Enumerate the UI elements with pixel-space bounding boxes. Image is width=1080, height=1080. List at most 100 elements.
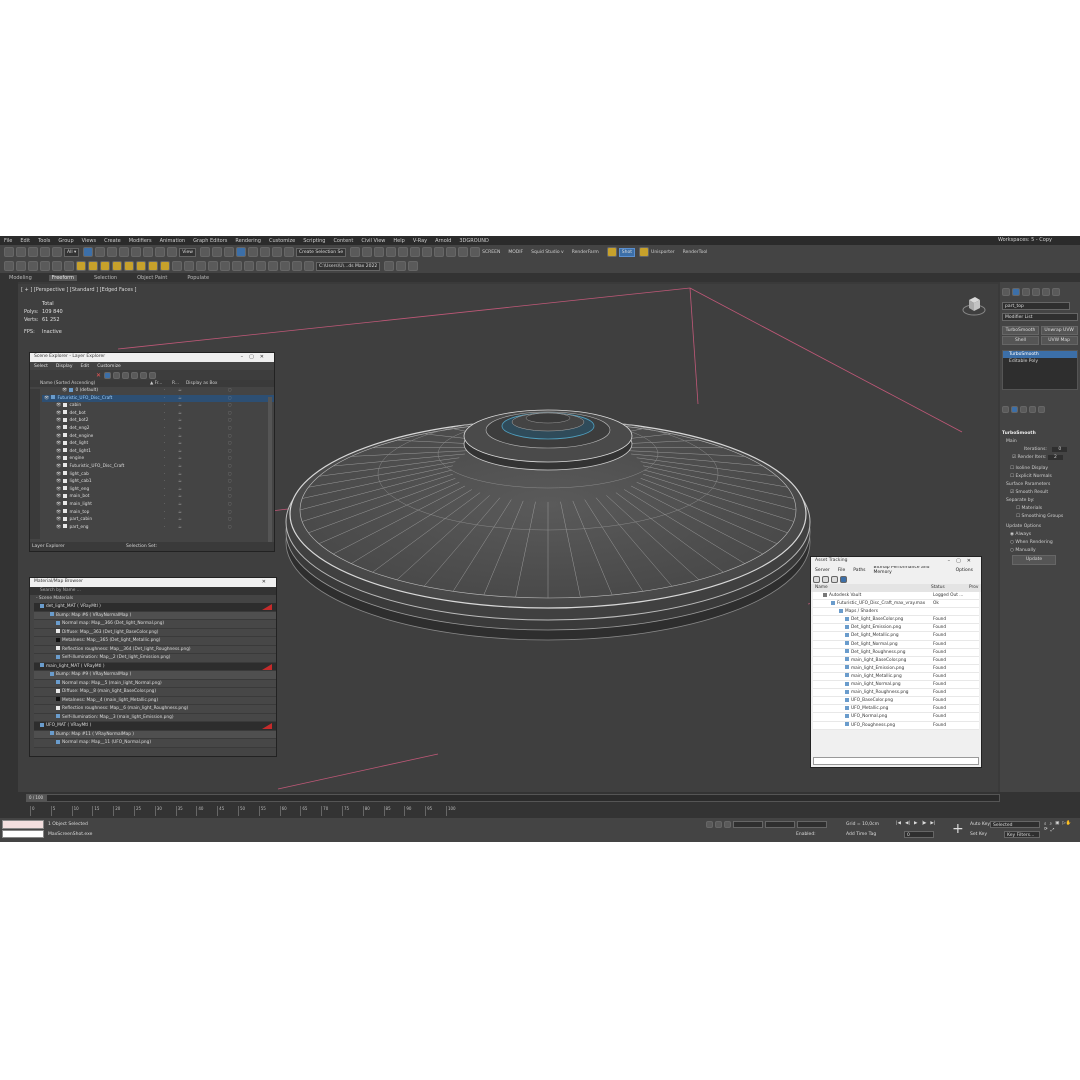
render-iters-value[interactable]: 2 bbox=[1047, 455, 1063, 460]
ribbon-tab-selection[interactable]: Selection bbox=[91, 275, 120, 281]
menu-rendering[interactable]: Rendering bbox=[235, 238, 261, 244]
make-unique-icon[interactable] bbox=[1020, 406, 1027, 413]
configure-sets-icon[interactable] bbox=[1038, 406, 1045, 413]
renderfarm-button[interactable]: RenderFarm bbox=[572, 250, 599, 255]
asset-row[interactable]: Det_light_Metallic.png Found bbox=[813, 632, 979, 641]
scene-materials-section[interactable]: - Scene Materials bbox=[30, 595, 276, 603]
menu-tools[interactable]: Tools bbox=[38, 238, 50, 244]
go-to-start-icon[interactable]: |◀ bbox=[896, 821, 901, 826]
layer-tree-row[interactable]: 👁 light_eng · ☕ ◌ bbox=[42, 486, 274, 494]
toggle-ribbon-icon[interactable] bbox=[398, 247, 409, 257]
scene-explorer-scrollbar[interactable] bbox=[268, 397, 272, 543]
unlink-icon[interactable] bbox=[40, 247, 50, 257]
display-box-toggle-icon[interactable]: ◌ bbox=[228, 493, 232, 501]
visibility-eye-icon[interactable]: 👁 bbox=[56, 411, 61, 416]
asset-row[interactable]: Det_light_BaseColor.png Found bbox=[813, 616, 979, 625]
asset-row[interactable]: Det_light_Normal.png Found bbox=[813, 640, 979, 649]
redo-icon[interactable] bbox=[16, 247, 26, 257]
keyboard-shortcut-icon[interactable] bbox=[223, 247, 234, 257]
visibility-eye-icon[interactable]: 👁 bbox=[56, 494, 61, 499]
freeze-toggle-icon[interactable]: · bbox=[164, 501, 165, 509]
percent-snap-icon[interactable] bbox=[259, 247, 270, 257]
asset-row[interactable]: Autodesk Vault Logged Out ... bbox=[813, 592, 979, 601]
go-to-end-icon[interactable]: ▶| bbox=[930, 821, 935, 826]
texture-map-row[interactable]: Normal map: Map__11 (UFO_Normal.png) bbox=[34, 739, 276, 748]
scene-explorer-menu-customize[interactable]: Customize bbox=[97, 364, 121, 369]
key-mode-icon[interactable]: + bbox=[952, 822, 964, 836]
list-view-icon[interactable] bbox=[840, 575, 847, 583]
renderable-teapot-icon[interactable]: ☕ bbox=[178, 455, 182, 463]
object-name-field[interactable]: part_top bbox=[1002, 302, 1070, 310]
layer-tree-row[interactable]: 👁 det_engine · ☕ ◌ bbox=[42, 433, 274, 441]
layer-tree-row[interactable]: 👁 det_bot · ☕ ◌ bbox=[42, 410, 274, 418]
freeze-toggle-icon[interactable]: · bbox=[164, 516, 165, 524]
texture-map-row[interactable]: Diffuse: Map__8 (main_light_BaseColor.pn… bbox=[34, 688, 276, 697]
absolute-mode-icon[interactable] bbox=[724, 821, 731, 828]
renderable-teapot-icon[interactable]: ☕ bbox=[178, 486, 182, 494]
vray-frame-buffer-icon[interactable] bbox=[40, 261, 50, 271]
layer-tree-row[interactable]: 👁 det_bot2 · ☕ ◌ bbox=[42, 417, 274, 425]
spinner-snap-icon[interactable] bbox=[271, 247, 282, 257]
renderable-teapot-icon[interactable]: ☕ bbox=[178, 402, 182, 410]
menu-create[interactable]: Create bbox=[104, 238, 121, 244]
vray-light-icon[interactable] bbox=[76, 261, 86, 271]
asset-menu-file[interactable]: File bbox=[838, 568, 846, 573]
menu-scripting[interactable]: Scripting bbox=[303, 238, 325, 244]
remove-modifier-icon[interactable] bbox=[1029, 406, 1036, 413]
render-iters-field[interactable]: ☑ Render Iters: 2 bbox=[1002, 454, 1078, 462]
shot-button[interactable]: Shot bbox=[618, 247, 636, 257]
layers-icon[interactable] bbox=[131, 371, 139, 379]
column-provider-header[interactable]: Prov bbox=[969, 584, 978, 592]
display-box-toggle-icon[interactable]: ◌ bbox=[228, 471, 232, 479]
screen-button[interactable]: SCREEN bbox=[482, 250, 500, 255]
layer-tree-row[interactable]: 👁 Futuristic_UFO_Disc_Craft · ☕ ◌ bbox=[42, 463, 274, 471]
update-when-rendering-radio[interactable]: ○ When Rendering bbox=[1002, 539, 1078, 547]
asset-row[interactable]: UFO_Metallic.png Found bbox=[813, 705, 979, 714]
window-controls-icon[interactable]: –▢✕ bbox=[241, 354, 270, 360]
layer-tree-row[interactable]: 👁 light_cab1 · ☕ ◌ bbox=[42, 478, 274, 486]
undo-icon[interactable] bbox=[4, 247, 14, 257]
vray-proxy-icon[interactable] bbox=[172, 261, 182, 271]
visibility-eye-icon[interactable]: 👁 bbox=[56, 510, 61, 515]
asset-row[interactable]: main_light_Normal.png Found bbox=[813, 681, 979, 690]
pivot-center-icon[interactable] bbox=[199, 247, 210, 257]
stack-item-turbosmooth[interactable]: TurboSmooth bbox=[1003, 351, 1077, 358]
visibility-eye-icon[interactable]: 👁 bbox=[56, 487, 61, 492]
path-icon[interactable] bbox=[831, 575, 838, 583]
layer-tree-row[interactable]: 👁 cabin · ☕ ◌ bbox=[42, 402, 274, 410]
show-end-result-icon[interactable] bbox=[1011, 406, 1018, 413]
asset-row[interactable]: Maps / Shaders bbox=[813, 608, 979, 617]
renderable-teapot-icon[interactable]: ☕ bbox=[178, 448, 182, 456]
freeze-toggle-icon[interactable]: · bbox=[164, 402, 165, 410]
layer-tree-row[interactable]: 👁 det_light1 · ☕ ◌ bbox=[42, 448, 274, 456]
folder-icon[interactable] bbox=[822, 575, 829, 583]
explicit-normals-checkbox[interactable]: ☐ Explicit Normals bbox=[1002, 473, 1078, 481]
visibility-eye-icon[interactable]: 👁 bbox=[56, 434, 61, 439]
pan-icon[interactable]: ✋ bbox=[1066, 821, 1072, 827]
display-box-toggle-icon[interactable]: ◌ bbox=[228, 425, 232, 433]
refresh-icon[interactable] bbox=[813, 575, 820, 583]
visibility-eye-icon[interactable]: 👁 bbox=[44, 396, 49, 401]
play-icon[interactable]: ▶ bbox=[914, 821, 917, 826]
display-box-toggle-icon[interactable]: ◌ bbox=[228, 417, 232, 425]
texture-map-row[interactable]: Metalness: Map__365 (Det_light_Metallic.… bbox=[34, 637, 276, 646]
layer-tree-row[interactable]: 👁 Futuristic_UFO_Disc_Craft · ☕ ◌ bbox=[42, 394, 274, 403]
hierarchy-icon[interactable] bbox=[140, 371, 148, 379]
material-row[interactable]: main_light_MAT ( VRayMtl ) bbox=[34, 662, 276, 671]
texture-map-row[interactable]: Reflection roughness: Map__6 (main_light… bbox=[34, 705, 276, 714]
move-icon[interactable] bbox=[131, 247, 142, 257]
renderable-teapot-icon[interactable]: ☕ bbox=[178, 493, 182, 501]
ribbon-tab-object-paint[interactable]: Object Paint bbox=[134, 275, 170, 281]
menu-graph-editors[interactable]: Graph Editors bbox=[193, 238, 227, 244]
material-editor-icon[interactable] bbox=[434, 247, 445, 257]
motion-tab-icon[interactable] bbox=[1032, 288, 1040, 296]
menu-animation[interactable]: Animation bbox=[160, 238, 186, 244]
column-frozen-header[interactable]: ▲ Fr... bbox=[150, 380, 162, 387]
layer-tree-row[interactable]: 👁 0 (default) · ☕ ◌ bbox=[42, 387, 274, 395]
renderable-teapot-icon[interactable]: ☕ bbox=[178, 471, 182, 479]
vray-material-icon[interactable] bbox=[64, 261, 74, 271]
freeze-toggle-icon[interactable]: · bbox=[164, 524, 165, 532]
vray-mesh-light-icon[interactable] bbox=[148, 261, 158, 271]
modify-tab-icon[interactable] bbox=[1012, 288, 1020, 296]
column-name-header[interactable]: Name bbox=[815, 585, 828, 590]
